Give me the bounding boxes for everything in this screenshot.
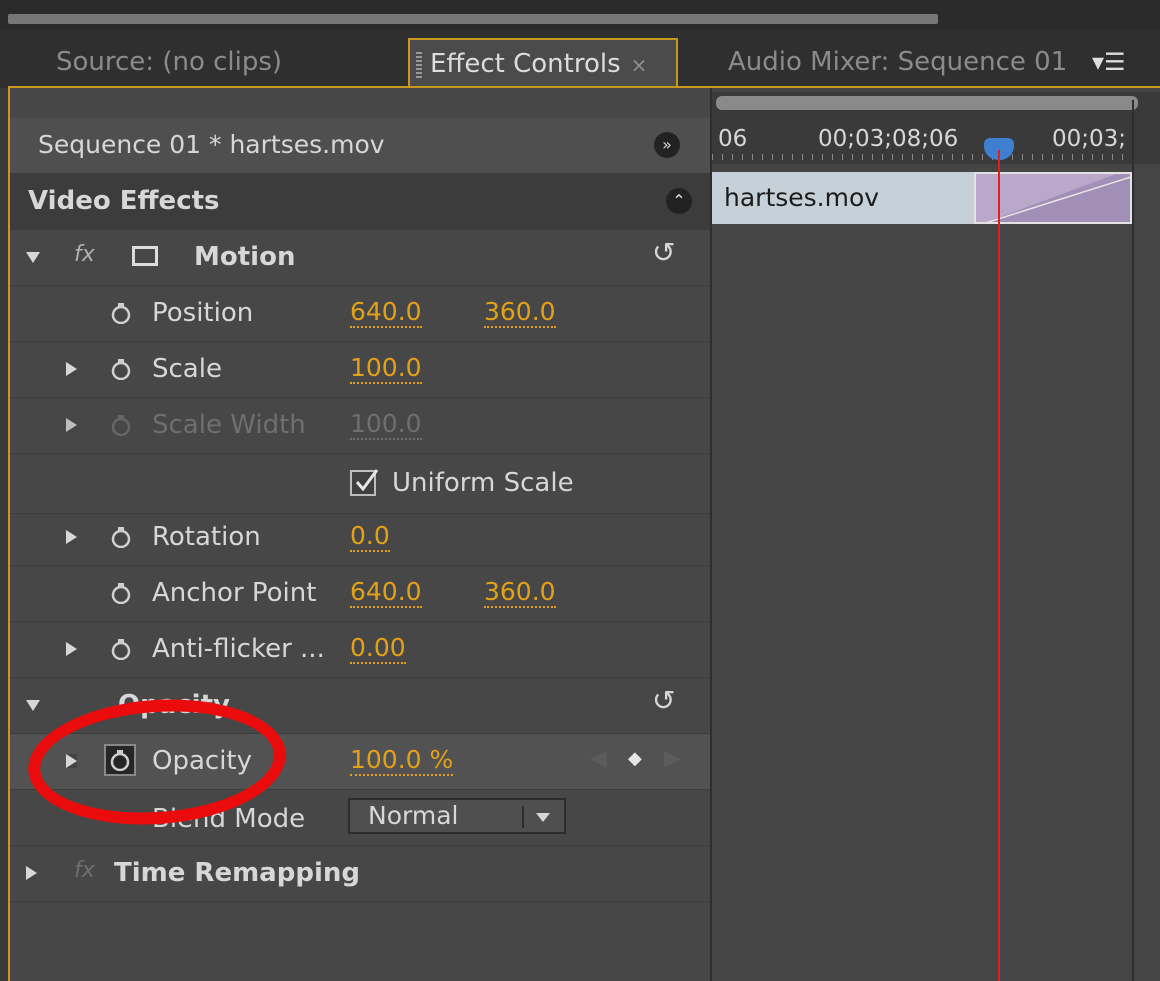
expand-opacity-icon[interactable]: [26, 700, 40, 711]
time-label-right: 00;03;: [1052, 126, 1127, 152]
tab-audio-mixer[interactable]: Audio Mixer: Sequence 01: [728, 38, 1067, 86]
tab-audio-mixer-label: Audio Mixer: Sequence 01: [728, 47, 1068, 77]
rotation-row: Rotation 0.0: [10, 510, 710, 566]
select-separator: [522, 806, 524, 828]
rotation-value[interactable]: 0.0: [350, 522, 390, 552]
anchor-point-row: Anchor Point 640.0 360.0: [10, 566, 710, 622]
motion-row[interactable]: fx Motion ↺: [10, 230, 710, 286]
uniform-scale-checkbox[interactable]: [350, 469, 379, 496]
window-top-strip: [0, 0, 1160, 30]
time-label-mid: 00;03;08;06: [818, 126, 959, 152]
motion-transform-icon[interactable]: [132, 246, 158, 266]
position-y-value[interactable]: 360.0: [484, 298, 556, 328]
time-label-left: 06: [718, 126, 748, 152]
blend-mode-value: Normal: [368, 801, 459, 830]
clip-bar[interactable]: hartses.mov: [712, 172, 974, 224]
scale-width-label: Scale Width: [152, 410, 306, 440]
video-effects-label: Video Effects: [28, 186, 220, 216]
expand-time-remapping-icon[interactable]: [26, 866, 37, 880]
expand-scale-width-icon[interactable]: [66, 418, 77, 432]
tab-source-label: Source: (no clips): [56, 47, 283, 77]
expand-rotation-icon[interactable]: [66, 530, 77, 544]
anti-flicker-label: Anti-flicker ...: [152, 634, 325, 664]
anti-flicker-row: Anti-flicker ... 0.00: [10, 622, 710, 678]
stopwatch-icon[interactable]: [110, 582, 132, 604]
reset-motion-icon[interactable]: ↺: [652, 236, 675, 269]
position-label: Position: [152, 298, 254, 328]
blend-mode-select[interactable]: Normal: [348, 798, 566, 834]
next-keyframe-icon[interactable]: ▶: [664, 746, 681, 771]
stopwatch-icon[interactable]: [110, 638, 132, 660]
rotation-label: Rotation: [152, 522, 261, 552]
scale-value[interactable]: 100.0: [350, 354, 422, 384]
time-remapping-row[interactable]: fx Time Remapping: [10, 846, 710, 902]
panel-menu-icon[interactable]: ▾☰: [1092, 48, 1126, 76]
zoom-scrollbar[interactable]: [716, 96, 1138, 110]
top-scrollbar[interactable]: [8, 14, 938, 24]
opacity-value[interactable]: 100.0 %: [350, 746, 454, 776]
checkmark-icon: [355, 469, 379, 492]
tab-effect-controls-label: Effect Controls: [430, 49, 621, 79]
reset-opacity-icon[interactable]: ↺: [652, 684, 675, 717]
time-ruler[interactable]: 06 00;03;08;06 00;03;: [712, 92, 1160, 164]
playhead-line: [998, 150, 1000, 981]
time-remapping-label: Time Remapping: [114, 858, 360, 888]
uniform-scale-label: Uniform Scale: [392, 468, 574, 498]
anchor-point-label: Anchor Point: [152, 578, 317, 608]
add-keyframe-icon[interactable]: ◆: [628, 748, 642, 769]
scale-width-value: 100.0: [350, 409, 422, 440]
anti-flicker-value[interactable]: 0.00: [350, 634, 406, 664]
scale-label: Scale: [152, 354, 222, 384]
stopwatch-icon[interactable]: [110, 302, 132, 324]
fx-icon[interactable]: fx: [74, 242, 95, 267]
motion-label: Motion: [194, 242, 296, 272]
prev-keyframe-icon[interactable]: ◀: [590, 746, 607, 771]
tab-source[interactable]: Source: (no clips): [56, 38, 282, 86]
stopwatch-icon[interactable]: [110, 526, 132, 548]
expand-motion-icon[interactable]: [26, 252, 40, 263]
anchor-point-y-value[interactable]: 360.0: [484, 578, 556, 608]
expand-anti-flicker-icon[interactable]: [66, 642, 77, 656]
video-effects-header: Video Effects ⌃: [10, 174, 710, 230]
tab-grip-icon: [416, 51, 422, 78]
sequence-clip-label: Sequence 01 * hartses.mov: [38, 130, 385, 159]
panel-tab-bar: Source: (no clips) Effect Controls × Audi…: [0, 30, 1160, 88]
close-icon[interactable]: ×: [631, 53, 648, 77]
position-row: Position 640.0 360.0: [10, 286, 710, 342]
show-timeline-icon[interactable]: »: [654, 132, 680, 158]
ruler-ticks: [712, 154, 1142, 160]
scale-row: Scale 100.0: [10, 342, 710, 398]
anchor-point-x-value[interactable]: 640.0: [350, 578, 422, 608]
stopwatch-icon: [111, 415, 131, 436]
chevron-down-icon: [536, 813, 550, 822]
sequence-clip-row: Sequence 01 * hartses.mov »: [10, 118, 710, 174]
expand-scale-icon[interactable]: [66, 362, 77, 376]
position-x-value[interactable]: 640.0: [350, 298, 422, 328]
timeline-right-edge: [1132, 100, 1134, 981]
tab-effect-controls[interactable]: Effect Controls ×: [408, 38, 678, 86]
fx-icon: fx: [74, 858, 95, 883]
stopwatch-icon[interactable]: [110, 358, 132, 380]
scale-width-row: Scale Width 100.0: [10, 398, 710, 454]
collapse-icon[interactable]: ⌃: [666, 188, 692, 214]
